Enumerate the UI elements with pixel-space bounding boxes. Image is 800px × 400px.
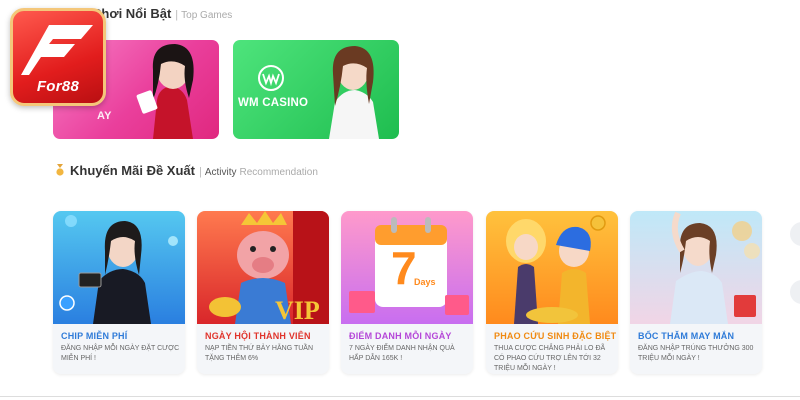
calendar-number: 7 bbox=[391, 242, 417, 294]
carousel-edge-decoration bbox=[790, 280, 800, 304]
promo-desc: Đăng nhập mỗi ngày đặt cược miễn phí ! bbox=[61, 345, 180, 362]
activity-subtitle: Activity bbox=[204, 167, 237, 178]
hostess-figure-icon bbox=[136, 44, 194, 139]
brand-name: For88 bbox=[36, 78, 80, 95]
top-games-subtitle: Top Games bbox=[181, 10, 233, 21]
promo-image bbox=[53, 211, 185, 324]
promo-image bbox=[486, 211, 618, 324]
activity-subtitle-2: Recommendation bbox=[239, 167, 318, 178]
promo-desc: Đăng nhập trúng thưởng 300 triệu mỗi ngà… bbox=[638, 345, 754, 362]
promo-card-member-day[interactable]: VIP NGÀY HỘI THÀNH VIÊN Nạp tiền thứ bảy… bbox=[197, 211, 329, 374]
promo-card-lucky-draw[interactable]: BỐC THĂM MAY MẮN Đăng nhập trúng thưởng … bbox=[630, 211, 762, 374]
wm-logo-icon bbox=[258, 65, 284, 91]
f-logo-icon bbox=[21, 25, 93, 75]
header-separator: | bbox=[198, 166, 202, 178]
medal-icon bbox=[56, 164, 64, 176]
svg-text:VIP: VIP bbox=[275, 296, 320, 324]
promo-card-daily-checkin[interactable]: 7 Days ĐIỂM DANH MỖI NGÀY 7 ngày điểm da… bbox=[341, 211, 473, 374]
promo-title: PHAO CỨU SINH ĐẶC BIỆT bbox=[494, 331, 617, 341]
promo-image bbox=[630, 211, 762, 324]
promo-title: ĐIỂM DANH MỖI NGÀY bbox=[349, 331, 452, 341]
promo-desc: 7 ngày điểm danh nhận quà hấp dẫn 165K ! bbox=[349, 345, 455, 362]
activity-title: Khuyến Mãi Đề Xuất bbox=[70, 163, 195, 178]
promo-title: BỐC THĂM MAY MẮN bbox=[638, 331, 735, 341]
carousel-edge-decoration bbox=[790, 222, 800, 246]
promo-image: VIP bbox=[197, 211, 329, 325]
top-games-header: Chơi Nổi Bật | Top Games bbox=[92, 6, 232, 21]
cartoon-characters-icon bbox=[506, 215, 606, 324]
promo-title: CHIP MIỄN PHÍ bbox=[61, 331, 128, 341]
game-card-label: WM CASINO bbox=[238, 97, 309, 109]
header-separator: | bbox=[175, 9, 179, 21]
brand-logo[interactable]: For88 bbox=[10, 8, 106, 106]
promo-card-lifebuoy[interactable]: PHAO CỨU SINH ĐẶC BIỆT Thua cược chẳng p… bbox=[486, 211, 618, 374]
promo-card-free-chip[interactable]: CHIP MIỄN PHÍ Đăng nhập mỗi ngày đặt cượ… bbox=[53, 211, 185, 374]
activity-header: Khuyến Mãi Đề Xuất | Activity Recommenda… bbox=[55, 163, 318, 178]
promo-desc: Nạp tiền thứ bảy hằng tuần tặng thêm 6% bbox=[205, 345, 314, 362]
promo-title: NGÀY HỘI THÀNH VIÊN bbox=[205, 331, 311, 341]
divider bbox=[0, 396, 800, 397]
game-card-label: AY bbox=[97, 110, 112, 122]
promo-image: 7 Days bbox=[341, 211, 473, 324]
calendar-days-label: Days bbox=[414, 277, 436, 287]
hostess-figure-icon bbox=[670, 211, 760, 324]
game-card-wm-casino[interactable]: WM CASINO bbox=[233, 40, 399, 139]
pig-king-icon: VIP bbox=[209, 211, 329, 325]
hostess-figure-icon bbox=[329, 46, 379, 139]
hostess-figure-icon bbox=[59, 215, 178, 324]
promo-desc: Thua cược chẳng phải lo đã có phao cứu t… bbox=[494, 345, 606, 372]
